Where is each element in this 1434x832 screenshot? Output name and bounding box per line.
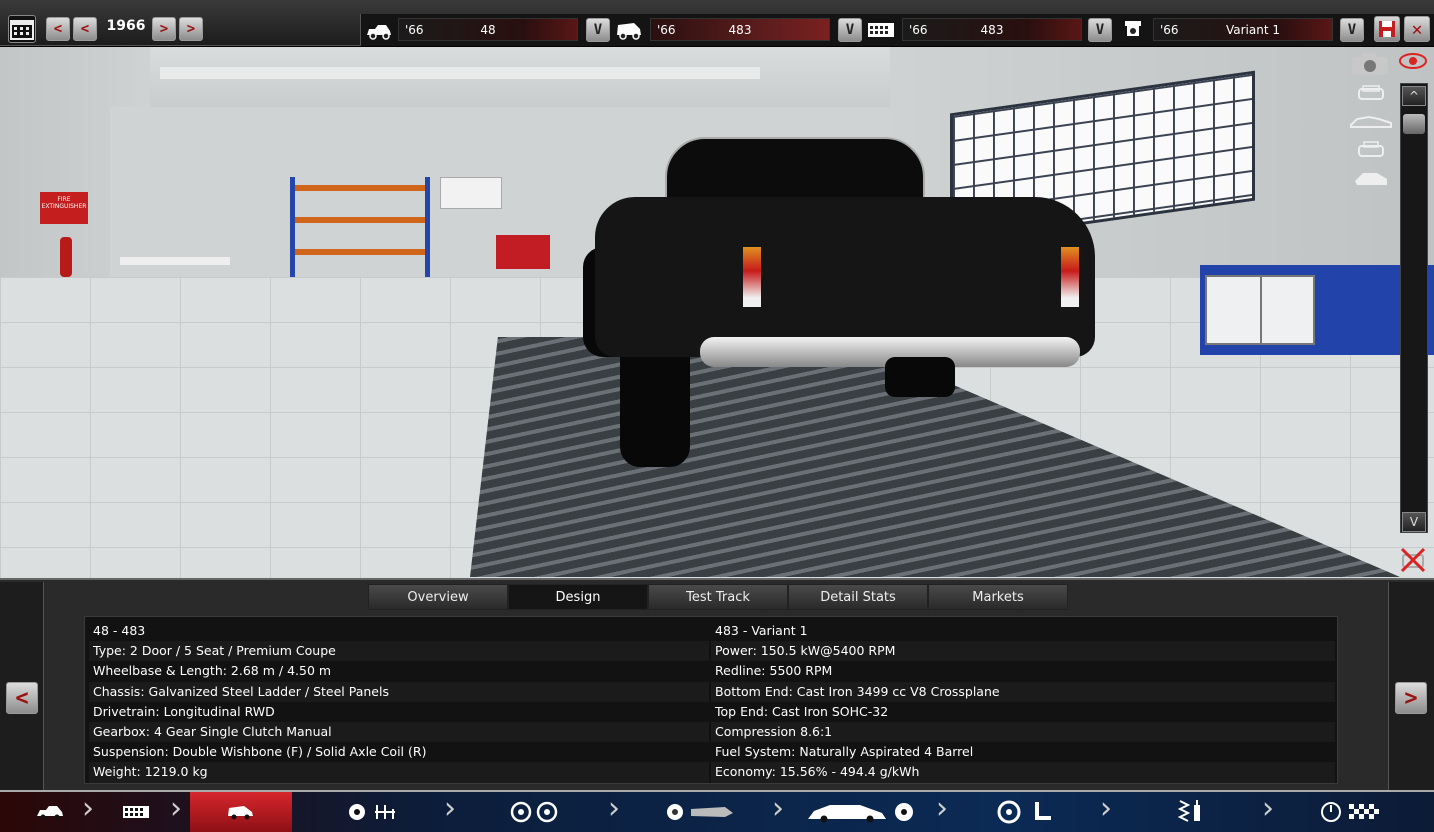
zoom-scrollbar[interactable]: ^ V xyxy=(1400,83,1428,533)
step-chevron-icon: › xyxy=(772,791,784,826)
trim-model-icon xyxy=(614,17,644,43)
scroll-up-button[interactable]: ^ xyxy=(1402,86,1426,106)
car-model-icon xyxy=(364,17,394,43)
camera-disabled-icon[interactable] xyxy=(1398,545,1428,575)
trim-model-name: 483 xyxy=(728,22,752,37)
car-stats-column: 48 - 483 Type: 2 Door / 5 Seat / Premium… xyxy=(89,621,709,783)
fire-extinguisher-sign: FIRE EXTINGUISHER xyxy=(40,192,88,224)
year-forward-fast-button[interactable]: > xyxy=(179,17,203,41)
ceiling-light xyxy=(160,67,760,79)
car-stat-row: Wheelbase & Length: 2.68 m / 4.50 m xyxy=(93,663,332,679)
engine-model-field[interactable]: '66 483 xyxy=(902,18,1082,41)
step-chevron-icon: › xyxy=(170,791,182,826)
car-stat-row: Chassis: Galvanized Steel Ladder / Steel… xyxy=(89,681,709,702)
wheels-step-icon[interactable] xyxy=(500,792,570,832)
workbench xyxy=(120,257,230,265)
engine-stat-row: Redline: 5500 RPM xyxy=(715,663,833,679)
car-stat-row: Gearbox: 4 Gear Single Clutch Manual xyxy=(89,721,709,743)
car-stat-row: 48 - 483 xyxy=(93,623,146,638)
close-icon[interactable]: ✕ xyxy=(1404,16,1430,42)
tab-markets[interactable]: Markets xyxy=(928,584,1068,610)
car-stat-row: Type: 2 Door / 5 Seat / Premium Coupe xyxy=(89,641,709,662)
car-3d-model[interactable] xyxy=(575,137,1095,467)
garage-3d-viewport[interactable]: FIRE EXTINGUISHER ^ V xyxy=(0,47,1434,578)
year-back-button[interactable]: < xyxy=(73,17,97,41)
engine-model-icon xyxy=(866,17,896,43)
engine-stat-row: Top End: Cast Iron SOHC-32 xyxy=(715,703,889,719)
car-tail-light-left xyxy=(743,247,761,307)
engine-variant-icon xyxy=(1120,17,1150,43)
tab-overview[interactable]: Overview xyxy=(368,584,508,610)
stats-table: 48 - 483 Type: 2 Door / 5 Seat / Premium… xyxy=(84,616,1338,784)
storage-shelf xyxy=(290,177,430,277)
car-tail-light-right xyxy=(1061,247,1079,307)
step-chevron-icon: › xyxy=(608,791,620,826)
designer-step-nav: › › › › › › › › xyxy=(0,790,1434,832)
side-view-icon[interactable] xyxy=(1348,113,1394,135)
car-model-field[interactable]: '66 48 xyxy=(398,18,578,41)
chassis-step-icon[interactable] xyxy=(106,792,166,832)
car-stat-row: Drivetrain: Longitudinal RWD xyxy=(93,703,275,719)
tab-detail-stats[interactable]: Detail Stats xyxy=(788,584,928,610)
scroll-thumb[interactable] xyxy=(1403,114,1425,134)
car-model-name: 48 xyxy=(480,22,496,37)
engine-stat-row: 483 - Variant 1 xyxy=(715,623,808,638)
previous-button[interactable]: < xyxy=(6,682,38,714)
body-cooling-step-icon[interactable] xyxy=(806,792,916,832)
tab-test-track[interactable]: Test Track xyxy=(648,584,788,610)
engine-stat-row: Compression 8.6:1 xyxy=(711,721,1335,743)
step-chevron-icon: › xyxy=(1262,791,1274,826)
trim-model-dropdown-button[interactable]: V xyxy=(838,18,862,42)
suspension-step-icon[interactable] xyxy=(1160,792,1220,832)
engine-stat-row: Power: 150.5 kW@5400 RPM xyxy=(711,641,1335,662)
engine-gearbox-step-icon[interactable] xyxy=(340,792,410,832)
fire-extinguisher xyxy=(60,237,72,277)
engine-stats-column: 483 - Variant 1 Power: 150.5 kW@5400 RPM… xyxy=(711,621,1335,783)
game-window: < < 1966 > > '66 48 V '66 483 V '66 483 xyxy=(0,0,1434,832)
next-button[interactable]: > xyxy=(1395,682,1427,714)
engine-stat-row: Bottom End: Cast Iron 3499 cc V8 Crosspl… xyxy=(711,681,1335,702)
test-track-step-icon[interactable] xyxy=(1310,792,1390,832)
eye-icon[interactable] xyxy=(1398,51,1428,77)
trim-step-icon[interactable] xyxy=(190,792,292,832)
fixtures-step-icon[interactable] xyxy=(660,792,740,832)
toolbox xyxy=(496,235,550,269)
car-model-dropdown-button[interactable]: V xyxy=(586,18,610,42)
car-stat-row: Weight: 1219.0 kg xyxy=(89,762,709,783)
engine-stat-row: Fuel System: Naturally Aspirated 4 Barre… xyxy=(715,744,974,760)
trim-model-field[interactable]: '66 483 xyxy=(650,18,830,41)
car-model-step-icon[interactable] xyxy=(20,792,80,832)
engine-variant-name: Variant 1 xyxy=(1225,22,1280,37)
engine-variant-dropdown-button[interactable]: V xyxy=(1340,18,1364,42)
top-bar: < < 1966 > > '66 48 V '66 483 V '66 483 xyxy=(0,0,1434,46)
step-chevron-icon: › xyxy=(936,791,948,826)
step-chevron-icon: › xyxy=(444,791,456,826)
calendar-icon[interactable] xyxy=(8,15,36,43)
engine-stat-row: Economy: 15.56% - 494.4 g/kWh xyxy=(711,762,1335,783)
engine-model-name: 483 xyxy=(980,22,1004,37)
whiteboard xyxy=(440,177,502,209)
info-tabs: Overview Design Test Track Detail Stats … xyxy=(368,584,1068,610)
three-quarter-view-icon[interactable] xyxy=(1348,169,1394,191)
scroll-down-button[interactable]: V xyxy=(1402,512,1426,532)
year-back-fast-button[interactable]: < xyxy=(46,17,70,41)
front-view-icon[interactable] xyxy=(1348,85,1394,107)
workbench-cabinet xyxy=(1205,275,1315,345)
car-body xyxy=(595,197,1095,357)
interior-step-icon[interactable] xyxy=(990,792,1060,832)
car-tyre-rear-right xyxy=(885,357,955,397)
save-icon[interactable] xyxy=(1374,16,1400,42)
year-forward-button[interactable]: > xyxy=(152,17,176,41)
car-stat-row: Suspension: Double Wishbone (F) / Solid … xyxy=(93,744,427,760)
step-chevron-icon: › xyxy=(1100,791,1112,826)
camera-presets xyxy=(1348,53,1398,193)
engine-variant-field[interactable]: '66 Variant 1 xyxy=(1153,18,1333,41)
engine-model-dropdown-button[interactable]: V xyxy=(1088,18,1112,42)
tab-design[interactable]: Design xyxy=(508,584,648,610)
year-display: 1966 xyxy=(106,18,146,34)
info-panel: Overview Design Test Track Detail Stats … xyxy=(0,578,1434,792)
rear-view-icon[interactable] xyxy=(1348,141,1394,163)
step-chevron-icon: › xyxy=(82,791,94,826)
